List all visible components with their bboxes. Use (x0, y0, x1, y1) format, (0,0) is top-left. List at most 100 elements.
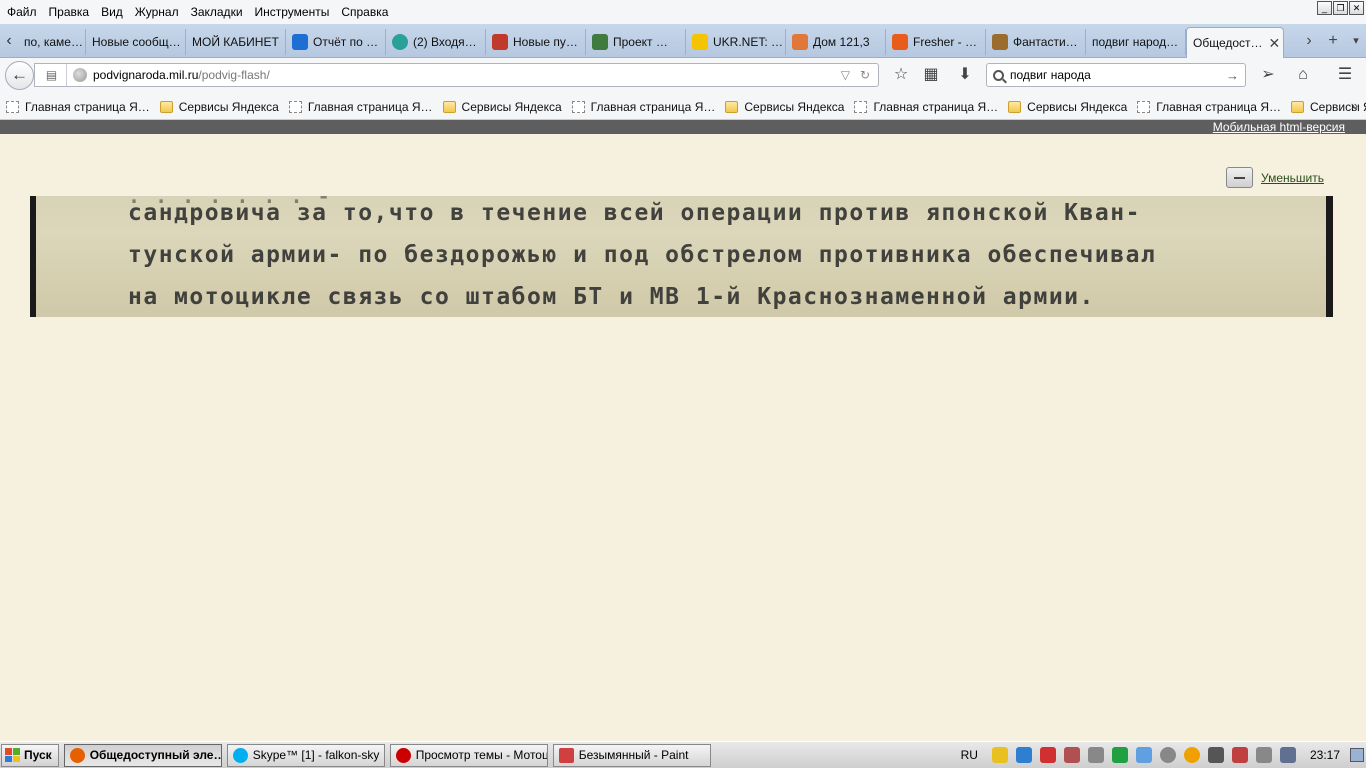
task-firefox[interactable]: Общедоступный эле… (63, 743, 222, 767)
task-opera[interactable]: Просмотр темы - Мотоц… (389, 743, 548, 767)
tab-scroll-left-icon[interactable]: ‹ (0, 30, 18, 54)
tab-9[interactable]: Fresher - … (886, 29, 986, 55)
reload-icon[interactable]: ↻ (860, 68, 870, 82)
menu-edit[interactable]: Правка (44, 5, 95, 19)
mobile-version-link[interactable]: Мобильная html-версия (1213, 120, 1345, 134)
firefox-icon (69, 747, 85, 763)
url-path: /podvig-flash/ (198, 68, 270, 82)
tab-label: подвиг народ… (1092, 35, 1179, 49)
task-paint[interactable]: Безымянный - Paint (552, 743, 711, 767)
zoom-out-button[interactable] (1226, 167, 1253, 188)
bookmarks-menu-icon[interactable]: ▦ (919, 64, 943, 86)
tab-favicon-icon (392, 34, 408, 50)
tray-app-icon[interactable] (1207, 747, 1224, 763)
tab-6[interactable]: Проект … (586, 29, 686, 55)
folder-icon (442, 100, 456, 113)
tab-4[interactable]: (2) Входя… (386, 29, 486, 55)
tab-11[interactable]: подвиг народ… (1086, 29, 1186, 55)
opera-icon (395, 747, 411, 763)
tray-app-icon[interactable] (1231, 747, 1248, 763)
tab-8[interactable]: Дом 121,3 (786, 29, 886, 55)
tray-app-icon[interactable] (1255, 747, 1272, 763)
bookmark-folder[interactable]: Сервисы Яндекса (1008, 100, 1127, 114)
search-go-icon[interactable]: → (1226, 68, 1239, 83)
identity-icon[interactable]: ▤ (37, 64, 67, 86)
history-dropdown-icon[interactable]: ▽ (841, 68, 850, 82)
tray-app-icon[interactable] (1111, 747, 1128, 763)
start-button[interactable]: Пуск (1, 743, 59, 767)
tab-label: Новые пу… (513, 35, 578, 49)
tab-label: Fresher - … (913, 35, 978, 49)
tab-label: Проект … (613, 35, 668, 49)
task-skype[interactable]: Skype™ [1] - falkon-sky (226, 743, 385, 767)
bookmark-item[interactable]: Главная страница Я… (6, 100, 150, 114)
tray-app-icon[interactable] (1279, 747, 1296, 763)
tray-app-icon[interactable] (1159, 747, 1176, 763)
menu-bookmarks[interactable]: Закладки (186, 5, 248, 19)
bookmark-folder[interactable]: Сервисы Яндекса (725, 100, 844, 114)
globe-icon (73, 68, 87, 82)
task-label: Безымянный - Paint (578, 748, 689, 762)
home-icon[interactable]: ⌂ (1291, 64, 1315, 86)
tab-scroll-right-icon[interactable]: › (1298, 30, 1320, 52)
document-line: сандровича за то,что в течение всей опер… (128, 200, 1141, 226)
search-bar[interactable]: подвиг народа → (986, 63, 1246, 87)
tab-label: Фантасти… (1013, 35, 1078, 49)
bookmark-folder[interactable]: Сервисы Яндекса (442, 100, 562, 114)
tab-7[interactable]: UKR.NET: … (686, 29, 786, 55)
tab-label: Отчёт по … (313, 35, 379, 49)
restore-button[interactable]: ❐ (1333, 1, 1348, 15)
tab-0[interactable]: по, каме… (18, 29, 86, 55)
clock[interactable]: 23:17 (1310, 748, 1340, 762)
menu-view[interactable]: Вид (96, 5, 128, 19)
bookmark-item[interactable]: Главная страница Я… (571, 99, 716, 114)
tab-5[interactable]: Новые пу… (486, 29, 586, 55)
tab-label: МОЙ КАБИНЕТ (192, 35, 279, 49)
bookmark-item[interactable]: Главная страница Я… (1137, 100, 1281, 114)
minimize-button[interactable]: _ (1317, 1, 1332, 15)
document-viewer[interactable]: . . . . . . . - сандровича за то,что в т… (30, 196, 1333, 317)
bookmark-label: Главная страница Я… (590, 99, 716, 114)
bookmark-star-icon[interactable]: ☆ (889, 64, 913, 86)
close-tab-icon[interactable]: ✕ (1263, 35, 1281, 52)
menu-hamburger-icon[interactable]: ☰ (1333, 64, 1357, 86)
tab-3[interactable]: Отчёт по … (286, 29, 386, 55)
menu-file[interactable]: Файл (2, 5, 42, 19)
menu-tools[interactable]: Инструменты (250, 5, 335, 19)
tray-notification-icon[interactable] (991, 747, 1008, 763)
tray-network-icon[interactable] (1015, 747, 1032, 763)
tab-1[interactable]: Новые сообщ… (86, 29, 186, 55)
tray-app-icon[interactable] (1183, 747, 1200, 763)
system-tray: RU 23:17 (961, 743, 1366, 767)
menu-help[interactable]: Справка (336, 5, 393, 19)
task-label: Общедоступный эле… (89, 748, 222, 762)
tray-antivirus-icon[interactable] (1039, 747, 1056, 763)
menu-history[interactable]: Журнал (130, 5, 184, 19)
url-host: podvignaroda.mil.ru (93, 68, 199, 82)
tab-favicon-icon (692, 34, 708, 50)
tab-active[interactable]: Общедост… ✕ (1186, 27, 1284, 58)
back-button[interactable]: ← (5, 61, 34, 90)
close-window-button[interactable]: ✕ (1349, 1, 1364, 15)
tray-volume-icon[interactable] (1087, 747, 1104, 763)
new-tab-icon[interactable]: + (1322, 30, 1344, 52)
tab-2[interactable]: МОЙ КАБИНЕТ (186, 29, 286, 55)
bookmarks-overflow-icon[interactable]: » (1351, 98, 1358, 113)
url-bar[interactable]: ▤ podvignaroda.mil.ru /podvig-flash/ ▽ ↻ (34, 63, 879, 87)
downloads-icon[interactable]: ⬇ (953, 64, 977, 86)
tray-app-icon[interactable] (1135, 747, 1152, 763)
tab-10[interactable]: Фантасти… (986, 29, 1086, 55)
language-indicator[interactable]: RU (961, 748, 978, 762)
show-desktop-button[interactable] (1350, 748, 1364, 762)
bookmark-item[interactable]: Главная страница Я… (288, 100, 433, 114)
search-input[interactable]: подвиг народа (1010, 68, 1226, 82)
bookmark-label: Сервисы Яндекса (178, 99, 279, 114)
windows-logo-icon (5, 748, 20, 762)
bookmark-folder[interactable]: Сервисы Яндекса (159, 99, 279, 114)
zoom-out-link[interactable]: Уменьшить (1261, 171, 1324, 185)
bookmark-item[interactable]: Главная страница Я… (854, 100, 998, 114)
tab-label: Дом 121,3 (813, 35, 870, 49)
tray-app-icon[interactable] (1063, 747, 1080, 763)
send-icon[interactable]: ➢ (1256, 64, 1280, 86)
list-all-tabs-icon[interactable]: ▾ (1345, 30, 1366, 52)
